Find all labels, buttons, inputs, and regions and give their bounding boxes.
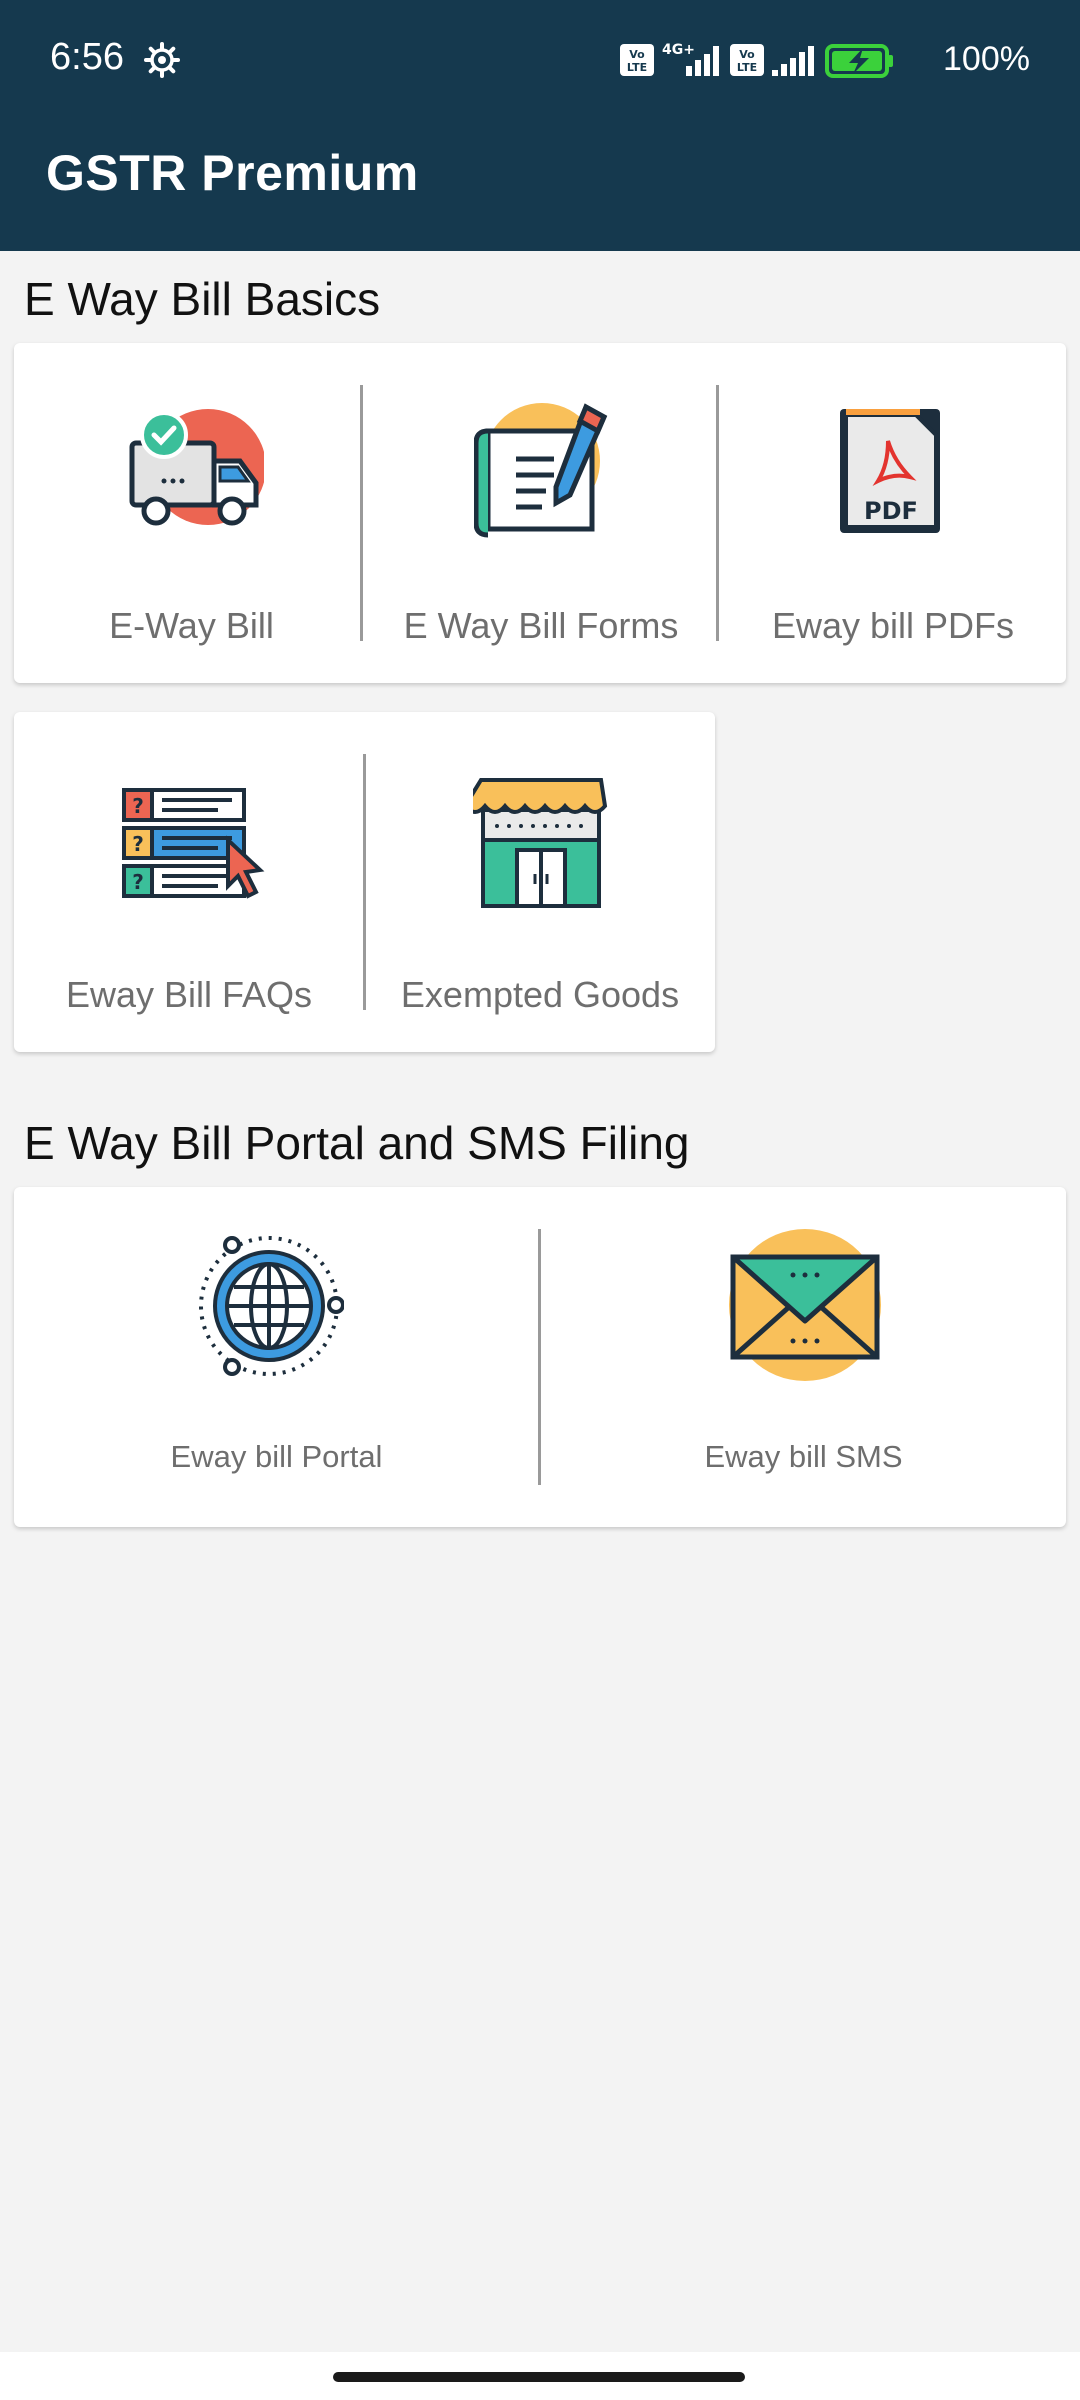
tile-label: E-Way Bill	[109, 605, 274, 646]
volte-icon: Vo LTE	[730, 44, 764, 76]
envelope-icon	[729, 1229, 881, 1381]
svg-text:Vo: Vo	[629, 48, 645, 61]
4g-signal-icon: 4G+	[662, 42, 719, 76]
tile-label: Eway bill PDFs	[771, 605, 1015, 646]
section-title-basics: E Way Bill Basics	[24, 273, 381, 325]
svg-text:?: ?	[132, 832, 144, 856]
svg-text:?: ?	[132, 870, 144, 894]
svg-text:?: ?	[132, 794, 144, 818]
status-bar: 6:56 Vo LTE 4G+ Vo LTE 100%	[0, 0, 1080, 120]
volte-icon: Vo LTE	[620, 44, 654, 76]
storefront-icon	[473, 778, 608, 908]
tile-label: E Way Bill Forms	[403, 605, 679, 646]
basics-card-row-1: E-Way Bill E Way Bill Forms PDF Eway bil…	[14, 343, 1066, 683]
tile-label: Eway Bill FAQs	[65, 974, 313, 1015]
settings-gear-icon	[144, 42, 180, 78]
faq-list-icon: ? ? ?	[122, 788, 265, 899]
tile-label: Exempted Goods	[400, 974, 680, 1015]
globe-icon	[199, 1236, 344, 1376]
basics-card-row-2: ? ? ? Eway Bill FAQs Exempted Goods	[14, 712, 715, 1052]
tile-label: Eway bill SMS	[704, 1439, 903, 1474]
svg-text:PDF: PDF	[864, 497, 918, 525]
tile-eway-bill-pdfs[interactable]: PDF Eway bill PDFs	[720, 343, 1066, 683]
status-time: 6:56	[50, 36, 124, 78]
tile-label: Eway bill Portal	[170, 1439, 383, 1474]
pdf-file-icon: PDF	[840, 409, 940, 533]
divider	[716, 385, 719, 641]
delivery-truck-icon	[129, 409, 264, 526]
battery-charging-icon	[825, 44, 893, 78]
form-document-pen-icon	[474, 403, 608, 538]
svg-text:4G+: 4G+	[662, 42, 695, 58]
svg-text:LTE: LTE	[627, 61, 647, 74]
battery-percent: 100%	[943, 40, 1030, 78]
tile-e-way-bill[interactable]: E-Way Bill	[14, 343, 369, 683]
svg-text:Vo: Vo	[739, 48, 755, 61]
section-title-portal-sms: E Way Bill Portal and SMS Filing	[24, 1117, 690, 1169]
home-gesture-handle[interactable]	[333, 2372, 745, 2382]
tile-e-way-bill-forms[interactable]: E Way Bill Forms	[362, 343, 720, 683]
app-title: GSTR Premium	[46, 145, 419, 201]
tile-eway-bill-portal[interactable]: Eway bill Portal	[14, 1187, 539, 1527]
tile-exempted-goods[interactable]: Exempted Goods	[365, 712, 715, 1052]
tile-eway-bill-faqs[interactable]: ? ? ? Eway Bill FAQs	[14, 712, 364, 1052]
signal-icon	[772, 46, 814, 76]
svg-text:LTE: LTE	[737, 61, 757, 74]
tile-eway-bill-sms[interactable]: Eway bill SMS	[541, 1187, 1066, 1527]
portal-sms-card: Eway bill Portal Eway bill SMS	[14, 1187, 1066, 1527]
